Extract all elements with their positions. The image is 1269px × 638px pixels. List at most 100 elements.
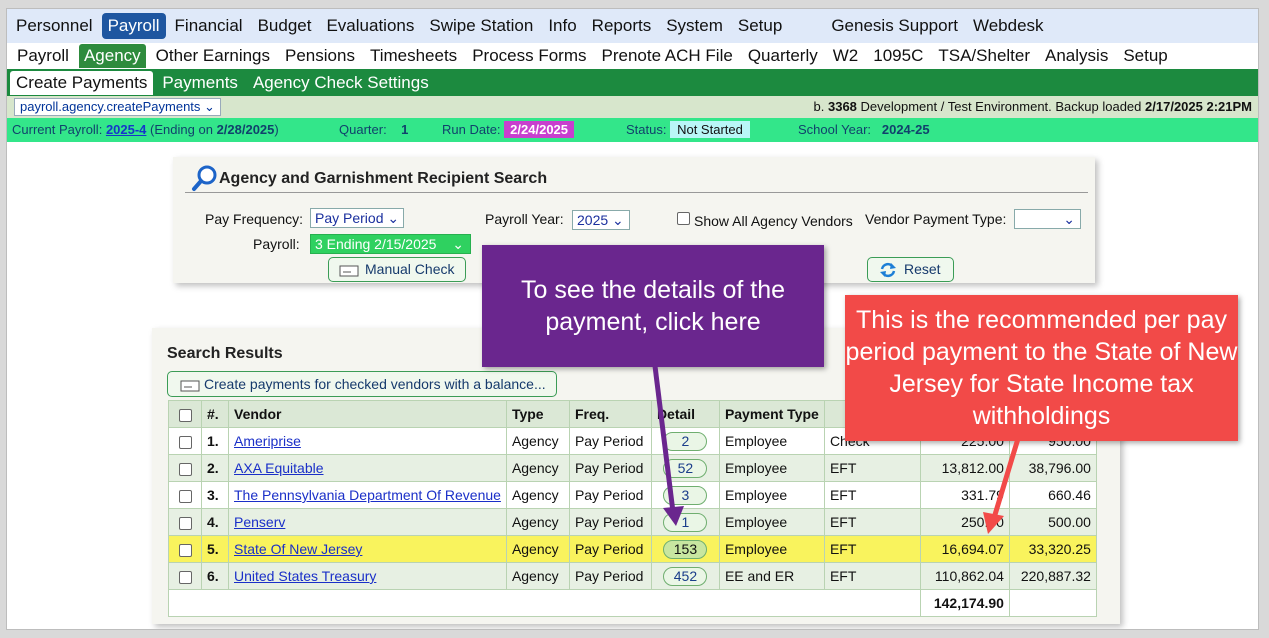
payroll-year-label: Payroll Year: bbox=[485, 211, 564, 227]
reset-button[interactable]: Reset bbox=[867, 257, 954, 282]
nav1-item-financial[interactable]: Financial bbox=[169, 13, 249, 39]
sub-nav: Payroll Agency Other Earnings Pensions Times… bbox=[7, 43, 1258, 69]
vendor-payment-type-select[interactable]: ⌄ bbox=[1014, 209, 1081, 229]
total-cell: 33,320.25 bbox=[1008, 535, 1097, 563]
nav3-item-create-payments[interactable]: Create Payments bbox=[10, 70, 154, 95]
build-date: 2/17/2025 2:21PM bbox=[1145, 99, 1252, 114]
nav2-item-payroll[interactable]: Payroll bbox=[12, 44, 74, 68]
freq-cell: Pay Period bbox=[568, 481, 652, 509]
freq-cell: Pay Period bbox=[568, 427, 652, 455]
col-vendor: Vendor bbox=[228, 400, 507, 428]
detail-button[interactable]: 3 bbox=[663, 485, 708, 505]
tab-bar: Create Payments Payments Agency Check Sett… bbox=[7, 69, 1258, 96]
nav2-item-analysis[interactable]: Analysis bbox=[1040, 44, 1113, 68]
nav2-item-other-earnings[interactable]: Other Earnings bbox=[151, 44, 275, 68]
quarter-label: Quarter: bbox=[339, 122, 387, 137]
method-cell: EFT bbox=[823, 481, 921, 509]
row-checkbox[interactable] bbox=[178, 543, 192, 557]
detail-button[interactable]: 1 bbox=[663, 512, 708, 532]
type-cell: Agency bbox=[505, 454, 570, 482]
nav2-item-setup[interactable]: Setup bbox=[1118, 44, 1172, 68]
nav1-item-genesis-support[interactable]: Genesis Support bbox=[825, 13, 964, 39]
payroll-value: 3 Ending 2/15/2025 bbox=[315, 236, 437, 252]
nav1-item-swipe-station[interactable]: Swipe Station bbox=[423, 13, 539, 39]
nav1-item-info[interactable]: Info bbox=[542, 13, 582, 39]
details-callout: To see the details of the payment, click… bbox=[482, 245, 824, 367]
nav2-item-prenote-ach-file[interactable]: Prenote ACH File bbox=[596, 44, 737, 68]
vendor-link[interactable]: United States Treasury bbox=[234, 568, 376, 584]
detail-button[interactable]: 452 bbox=[663, 566, 708, 586]
nav2-item-timesheets[interactable]: Timesheets bbox=[365, 44, 462, 68]
amount-cell: 16,694.07 bbox=[919, 535, 1010, 563]
table-row: 5. State Of New Jersey Agency Pay Period 153… bbox=[168, 535, 1097, 563]
chevron-down-icon: ⌄ bbox=[452, 236, 464, 252]
nav2-item-pensions[interactable]: Pensions bbox=[280, 44, 360, 68]
payment-type-cell: EE and ER bbox=[718, 562, 825, 590]
nav1-item-budget[interactable]: Budget bbox=[252, 13, 318, 39]
payroll-status: Status: Not Started bbox=[626, 121, 750, 138]
payroll-select[interactable]: 3 Ending 2/15/2025 ⌄ bbox=[310, 234, 471, 254]
nav1-item-system[interactable]: System bbox=[660, 13, 729, 39]
type-cell: Agency bbox=[505, 562, 570, 590]
vendor-link[interactable]: Ameriprise bbox=[234, 433, 301, 449]
payroll-year-select[interactable]: 2025 ⌄ bbox=[572, 210, 630, 230]
vendor-link[interactable]: The Pennsylvania Department Of Revenue bbox=[234, 487, 501, 503]
payment-callout-text: This is the recommended per pay period p… bbox=[845, 306, 1238, 430]
manual-check-button[interactable]: Manual Check bbox=[328, 257, 466, 282]
type-cell: Agency bbox=[505, 427, 570, 455]
row-checkbox[interactable] bbox=[178, 435, 192, 449]
row-checkbox[interactable] bbox=[178, 516, 192, 530]
current-payroll-label: Current Payroll: bbox=[12, 122, 103, 137]
nav3-item-agency-check-settings[interactable]: Agency Check Settings bbox=[247, 71, 435, 95]
row-checkbox[interactable] bbox=[178, 489, 192, 503]
nav1-item-webdesk[interactable]: Webdesk bbox=[967, 13, 1050, 39]
nav2-item-quarterly[interactable]: Quarterly bbox=[743, 44, 823, 68]
row-checkbox[interactable] bbox=[178, 570, 192, 584]
nav1-item-reports[interactable]: Reports bbox=[586, 13, 658, 39]
school-year: School Year: 2024-25 bbox=[798, 122, 930, 137]
current-payroll: Current Payroll: 2025-4 (Ending on 2/28/… bbox=[12, 122, 279, 137]
select-all-checkbox[interactable] bbox=[178, 408, 192, 422]
nav2-item-process-forms[interactable]: Process Forms bbox=[467, 44, 591, 68]
nav1-item-evaluations[interactable]: Evaluations bbox=[320, 13, 420, 39]
total-cell: 220,887.32 bbox=[1008, 562, 1097, 590]
row-checkbox[interactable] bbox=[178, 462, 192, 476]
run-date-label: Run Date: bbox=[442, 122, 501, 137]
build-number: 3368 bbox=[827, 99, 857, 114]
vendor-link[interactable]: AXA Equitable bbox=[234, 460, 324, 476]
current-payroll-link[interactable]: 2025-4 bbox=[106, 122, 146, 137]
col-detail: Detail bbox=[650, 400, 720, 428]
payment-type-cell: Employee bbox=[718, 535, 825, 563]
nav1-item-payroll[interactable]: Payroll bbox=[101, 13, 166, 39]
details-callout-text: To see the details of the payment, click… bbox=[520, 276, 786, 336]
nav2-item-tsa-shelter[interactable]: TSA/Shelter bbox=[933, 44, 1035, 68]
main-nav: Personnel Payroll Financial Budget Evaluatio… bbox=[7, 9, 1258, 43]
nav2-item-w2[interactable]: W2 bbox=[828, 44, 864, 68]
method-cell: EFT bbox=[823, 454, 921, 482]
freq-cell: Pay Period bbox=[568, 562, 652, 590]
detail-button[interactable]: 153 bbox=[663, 539, 708, 559]
vendor-link[interactable]: State Of New Jersey bbox=[234, 541, 362, 557]
refresh-icon bbox=[880, 262, 896, 278]
table-row: 6. United States Treasury Agency Pay Period… bbox=[168, 562, 1097, 590]
row-select-cell bbox=[168, 454, 202, 482]
row-number: 6. bbox=[201, 562, 229, 590]
nav1-item-personnel[interactable]: Personnel bbox=[10, 13, 99, 39]
nav2-item-agency[interactable]: Agency bbox=[78, 44, 146, 68]
page-select[interactable]: payroll.agency.createPayments ⌄ bbox=[14, 98, 221, 116]
create-payments-button[interactable]: Create payments for checked vendors with… bbox=[167, 371, 557, 397]
detail-button[interactable]: 52 bbox=[663, 458, 708, 478]
vendor-link[interactable]: Penserv bbox=[234, 514, 285, 530]
freq-cell: Pay Period bbox=[568, 535, 652, 563]
grand-total: 142,174.90 bbox=[919, 589, 1010, 617]
pay-frequency-select[interactable]: Pay Period ⌄ bbox=[310, 208, 404, 228]
type-cell: Agency bbox=[505, 535, 570, 563]
nav2-item-1095c[interactable]: 1095C bbox=[868, 44, 928, 68]
nav3-item-payments[interactable]: Payments bbox=[156, 71, 244, 95]
nav1-item-setup[interactable]: Setup bbox=[732, 13, 788, 39]
show-all-checkbox[interactable] bbox=[677, 212, 690, 225]
row-select-cell bbox=[168, 481, 202, 509]
ending-date: 2/28/2025 bbox=[216, 122, 275, 137]
totals-row: 142,174.90 bbox=[168, 589, 1097, 617]
detail-button[interactable]: 2 bbox=[663, 431, 708, 451]
